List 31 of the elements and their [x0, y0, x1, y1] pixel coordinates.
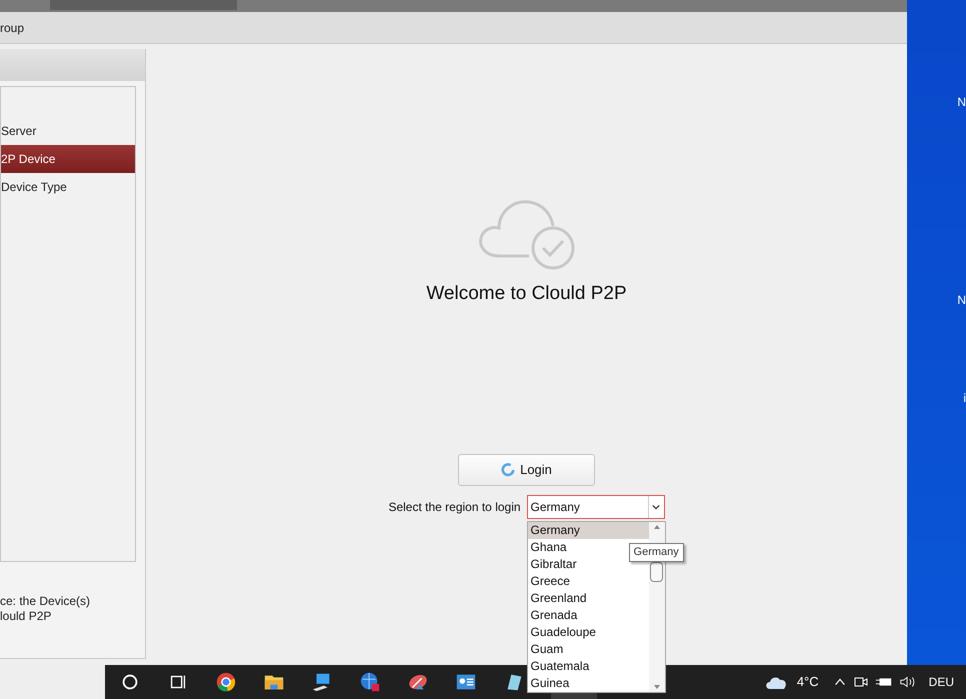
language-indicator[interactable]: DEU — [928, 673, 954, 691]
spinner-icon — [501, 462, 516, 476]
dropdown-option[interactable]: Greenland — [528, 590, 649, 606]
weather-temperature[interactable]: 4°C — [796, 672, 819, 692]
login-button[interactable]: Login — [458, 454, 595, 486]
desktop-icon-label[interactable]: i — [963, 392, 966, 404]
chevron-down-icon — [652, 502, 660, 510]
region-select[interactable]: Germany — [526, 494, 665, 518]
dropdown-option[interactable]: Guinea — [528, 674, 649, 692]
scroll-thumb[interactable] — [650, 562, 664, 582]
dropdown-option[interactable]: Guatemala — [528, 658, 649, 674]
sidebar-item[interactable]: Device Type — [1, 173, 135, 201]
speaker-icon[interactable] — [898, 674, 917, 690]
region-label: Select the region to login — [388, 498, 521, 516]
welcome-title: Welcome to Clould P2P — [426, 282, 627, 306]
dropdown-option[interactable]: Germany — [528, 522, 649, 538]
dropdown-option[interactable]: Guam — [528, 640, 649, 658]
browser-icon[interactable] — [215, 671, 237, 693]
note-text: ce: the Device(s) — [0, 594, 92, 609]
scroll-up-icon[interactable] — [654, 524, 660, 528]
dropdown-option[interactable]: Guadeloupe — [528, 624, 649, 640]
tooltip: Germany — [628, 542, 684, 562]
desktop-icon-label[interactable]: N — [957, 96, 966, 108]
desktop-icon-label[interactable]: N — [957, 294, 966, 306]
note-text: lould P2P — [0, 609, 52, 624]
sidebar-item[interactable]: Server — [1, 117, 135, 145]
dropdown-option[interactable]: Grenada — [528, 606, 649, 624]
dropdown-option[interactable]: Greece — [528, 572, 649, 590]
sidebar-item[interactable]: 2P Device — [1, 145, 135, 173]
menu-item[interactable]: roup — [0, 18, 24, 36]
scroll-down-icon[interactable] — [654, 684, 660, 688]
